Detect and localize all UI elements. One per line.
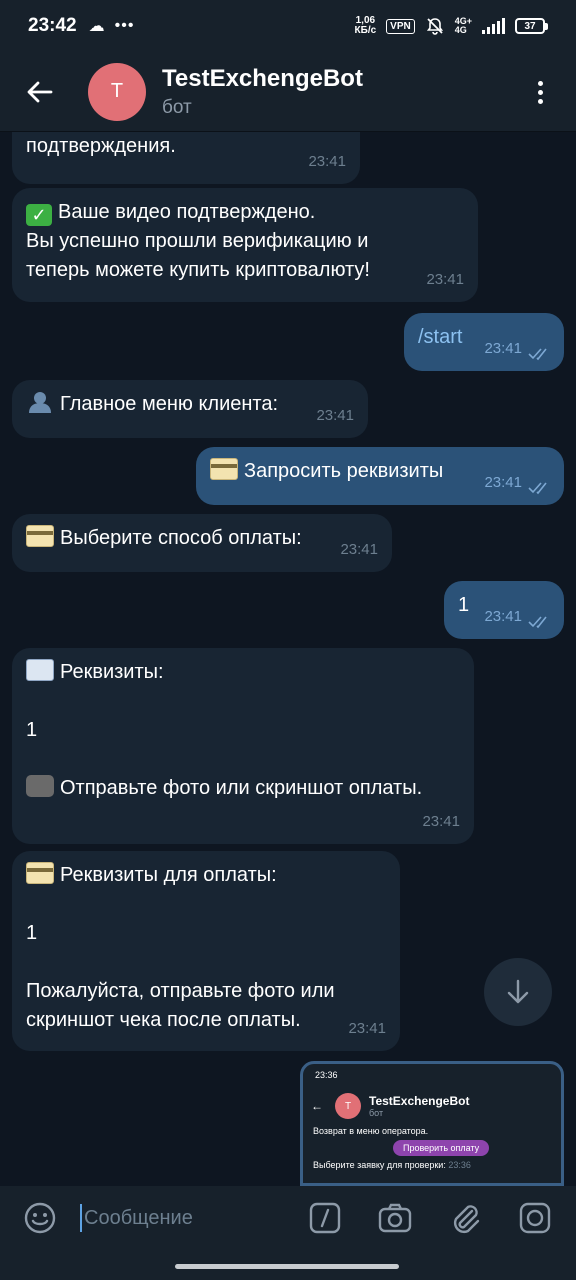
chat-title-block[interactable]: TestExchengeBot бот <box>162 65 363 119</box>
message-list[interactable]: подтверждения. 23:41 ✓ Ваше видео подтвер… <box>0 132 576 1186</box>
back-arrow-icon <box>27 81 53 102</box>
envelope-icon <box>26 659 54 681</box>
screenshot-thumbnail[interactable]: 23:36 ← T TestExchengeBot бот Возврат в … <box>300 1061 564 1186</box>
emoji-button[interactable] <box>0 1186 80 1250</box>
thumb-status-time: 23:36 <box>315 1070 338 1080</box>
credit-card-icon <box>26 862 54 884</box>
slash-command-icon <box>309 1202 341 1234</box>
video-message-button[interactable] <box>500 1186 570 1250</box>
message-bubble[interactable]: подтверждения. 23:41 <box>12 132 360 184</box>
message-bubble[interactable]: /start 23:41 <box>404 313 564 371</box>
camera-icon <box>378 1203 412 1233</box>
message-time: 23:41 <box>340 541 378 558</box>
camera-flash-icon <box>26 775 54 797</box>
message-input-placeholder: Сообщение <box>84 1206 193 1229</box>
more-options-button[interactable] <box>522 74 558 110</box>
thumb-avatar: T <box>335 1093 361 1119</box>
status-right: 1,06 КБ/с VPN 4G+ 4G 37 <box>355 16 548 36</box>
smiley-icon <box>24 1202 56 1234</box>
message-text: Выберите способ оплаты: <box>60 527 302 549</box>
message-bubble[interactable]: Запросить реквизиты 23:41 <box>196 447 564 505</box>
message-bubble[interactable]: Выберите способ оплаты: 23:41 <box>12 514 392 572</box>
bot-commands-button[interactable] <box>290 1186 360 1250</box>
message-input[interactable]: Сообщение <box>80 1198 290 1238</box>
message-bubble[interactable]: Реквизиты для оплаты: 1 Пожалуйста, отпр… <box>12 851 400 1051</box>
message-text: Реквизиты для оплаты: 1 Пожалуйста, отпр… <box>26 864 335 1031</box>
thumb-row: Возврат в меню оператора. <box>313 1126 429 1136</box>
status-bar: 23:42 ☁ ••• 1,06 КБ/с VPN 4G+ 4G 37 <box>0 0 576 52</box>
more-notifications-icon: ••• <box>114 17 135 34</box>
read-double-check-icon <box>528 616 547 629</box>
thumb-row: Выберите заявку для проверки: 23:36 <box>313 1160 471 1170</box>
message-bubble[interactable]: 1 23:41 <box>444 581 564 639</box>
cloud-icon: ☁ <box>88 18 105 35</box>
status-time: 23:42 <box>28 15 77 36</box>
thumb-button: Проверить оплату <box>393 1140 490 1156</box>
camera-button[interactable] <box>360 1186 430 1250</box>
message-time: 23:41 <box>308 153 346 170</box>
battery-icon: 37 <box>515 18 548 34</box>
chat-title: TestExchengeBot <box>162 64 363 92</box>
vpn-badge: VPN <box>386 18 415 34</box>
network-speed: 1,06 КБ/с <box>354 15 377 36</box>
message-text-extra: Отправьте фото или скриншот оплаты. <box>60 777 423 799</box>
message-text: Ваше видео подтверждено. Вы успешно прош… <box>26 201 370 281</box>
message-text: Главное меню клиента: <box>60 393 279 415</box>
round-camera-icon <box>519 1202 551 1234</box>
chat-header: T TestExchengeBot бот <box>0 52 576 132</box>
back-button[interactable] <box>0 52 80 132</box>
home-gesture-bar[interactable] <box>175 1264 399 1269</box>
message-time: 23:41 <box>348 1020 386 1037</box>
read-double-check-icon <box>528 348 547 361</box>
message-time: 23:41 <box>484 340 522 357</box>
arrow-down-icon <box>507 979 529 1004</box>
message-time: 23:41 <box>426 271 464 288</box>
signal-icon <box>482 18 505 34</box>
mute-bell-icon <box>426 18 443 35</box>
avatar[interactable]: T <box>88 62 146 121</box>
read-double-check-icon <box>528 482 547 495</box>
attach-button[interactable] <box>430 1186 500 1250</box>
check-mark-icon: ✓ <box>26 204 52 226</box>
credit-card-icon <box>26 525 54 547</box>
user-silhouette-icon <box>29 392 51 413</box>
thumb-header: ← T TestExchengeBot бот <box>303 1088 561 1124</box>
message-bubble[interactable]: ✓ Ваше видео подтверждено. Вы успешно про… <box>12 188 478 302</box>
paperclip-icon <box>453 1205 480 1234</box>
telegram-chat-screen: 23:42 ☁ ••• 1,06 КБ/с VPN 4G+ 4G 37 T Te… <box>0 0 576 1280</box>
message-time: 23:41 <box>316 407 354 424</box>
system-navigation-bar <box>0 1250 576 1280</box>
message-time: 23:41 <box>484 474 522 491</box>
thumb-subtitle: бот <box>369 1108 384 1118</box>
thumb-back-arrow-icon: ← <box>311 1099 323 1113</box>
message-bubble[interactable]: Реквизиты: 1 Отправьте фото или скриншот… <box>12 648 474 844</box>
scroll-down-button[interactable] <box>484 958 552 1026</box>
chat-subtitle: бот <box>162 96 192 118</box>
message-text: подтверждения. <box>26 135 176 157</box>
message-input-bar: Сообщение <box>0 1186 576 1250</box>
message-bubble[interactable]: Главное меню клиента: 23:41 <box>12 380 368 438</box>
message-time: 23:41 <box>484 608 522 625</box>
message-text: Запросить реквизиты <box>244 460 444 482</box>
network-type: 4G+ 4G <box>454 16 472 35</box>
message-time: 23:41 <box>422 813 460 830</box>
thumb-title: TestExchengeBot <box>369 1094 470 1108</box>
credit-card-icon <box>210 458 238 480</box>
